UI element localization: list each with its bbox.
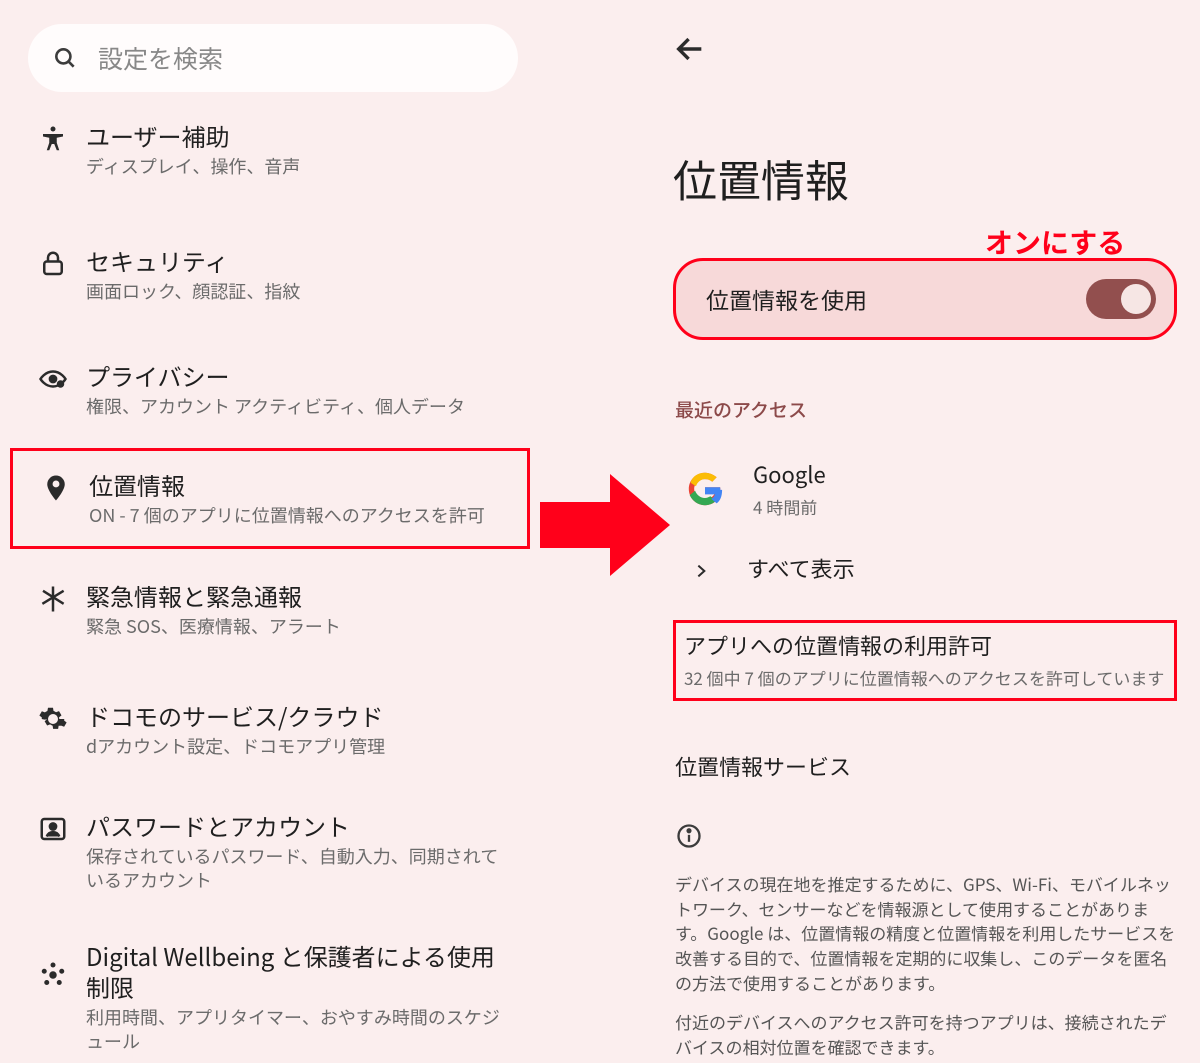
recent-app-google[interactable]: Google 4 時間前: [673, 458, 1177, 519]
show-all-label: すべて表示: [747, 552, 855, 584]
search-icon: [52, 45, 78, 71]
item-sub: 権限、アカウント アクティビティ、個人データ: [86, 395, 510, 418]
annotation-enable-text: オンにする: [985, 222, 1125, 262]
item-sub: ON - 7 個のアプリに位置情報へのアクセスを許可: [89, 504, 507, 527]
privacy-eye-icon: [38, 364, 68, 394]
item-sub: dアカウント設定、ドコモアプリ管理: [86, 735, 510, 758]
item-sub: 利用時間、アプリタイマー、おやすみ時間のスケジュール: [86, 1006, 510, 1053]
accessibility-icon: [38, 124, 68, 154]
recent-access-header: 最近のアクセス: [675, 396, 807, 423]
asterisk-icon: [38, 584, 68, 614]
item-title: Digital Wellbeing と保護者による使用制限: [86, 940, 510, 1002]
back-icon[interactable]: [673, 32, 707, 66]
item-title: ドコモのサービス/クラウド: [86, 700, 510, 731]
settings-item-digital-wellbeing[interactable]: Digital Wellbeing と保護者による使用制限 利用時間、アプリタイ…: [10, 930, 530, 1063]
search-placeholder: 設定を検索: [98, 40, 223, 76]
show-all-row[interactable]: すべて表示: [673, 552, 1177, 584]
settings-item-security[interactable]: セキュリティ 画面ロック、顔認証、指紋: [10, 235, 530, 314]
item-title: ユーザー補助: [86, 120, 510, 151]
item-sub: 保存されているパスワード、自動入力、同期されているアカウント: [86, 845, 510, 892]
guide-arrow-icon: [540, 470, 670, 580]
settings-item-privacy[interactable]: プライバシー 権限、アカウント アクティビティ、個人データ: [10, 350, 530, 429]
location-switch[interactable]: [1086, 279, 1156, 319]
switch-knob: [1121, 284, 1151, 314]
lock-icon: [38, 249, 68, 279]
item-sub: 緊急 SOS、医療情報、アラート: [86, 615, 510, 638]
settings-item-accessibility[interactable]: ユーザー補助 ディスプレイ、操作、音声: [10, 110, 530, 189]
info-paragraph-1: デバイスの現在地を推定するために、GPS、Wi-Fi、モバイルネットワーク、セン…: [675, 872, 1179, 995]
page-title: 位置情報: [673, 146, 849, 210]
location-pin-icon: [41, 473, 71, 503]
info-icon: [675, 822, 703, 850]
gear-icon: [38, 704, 68, 734]
location-services-row[interactable]: 位置情報サービス: [675, 750, 851, 782]
recent-app-name: Google: [753, 458, 826, 490]
google-logo-icon: [687, 471, 723, 507]
settings-list-screen: 設定を検索 ユーザー補助 ディスプレイ、操作、音声 セキュリティ 画面ロック、顔…: [10, 10, 530, 1050]
settings-item-location[interactable]: 位置情報 ON - 7 個のアプリに位置情報へのアクセスを許可: [10, 448, 530, 549]
settings-item-docomo[interactable]: ドコモのサービス/クラウド dアカウント設定、ドコモアプリ管理: [10, 690, 530, 769]
item-title: プライバシー: [86, 360, 510, 391]
item-title: セキュリティ: [86, 245, 510, 276]
settings-item-emergency[interactable]: 緊急情報と緊急通報 緊急 SOS、医療情報、アラート: [10, 570, 530, 649]
item-title: 位置情報: [89, 469, 507, 500]
app-perm-sub: 32 個中 7 個のアプリに位置情報へのアクセスを許可しています: [684, 667, 1166, 690]
item-title: 緊急情報と緊急通報: [86, 580, 510, 611]
wellbeing-icon: [38, 960, 68, 990]
location-settings-screen: 位置情報 オンにする 位置情報を使用 最近のアクセス Google 4 時間前 …: [665, 10, 1185, 1050]
item-sub: 画面ロック、顔認証、指紋: [86, 280, 510, 303]
settings-item-passwords[interactable]: パスワードとアカウント 保存されているパスワード、自動入力、同期されているアカウ…: [10, 800, 530, 902]
item-title: パスワードとアカウント: [86, 810, 510, 841]
app-location-permission-row[interactable]: アプリへの位置情報の利用許可 32 個中 7 個のアプリに位置情報へのアクセスを…: [673, 620, 1177, 701]
info-paragraph-2: 付近のデバイスへのアクセス許可を持つアプリは、接続されたデバイスの相対位置を確認…: [675, 1010, 1179, 1059]
search-bar[interactable]: 設定を検索: [28, 24, 518, 92]
account-icon: [38, 814, 68, 844]
toggle-label: 位置情報を使用: [706, 282, 1086, 316]
chevron-right-icon: [693, 560, 709, 576]
item-sub: ディスプレイ、操作、音声: [86, 155, 510, 178]
recent-app-time: 4 時間前: [753, 494, 826, 519]
use-location-toggle-card[interactable]: 位置情報を使用: [673, 258, 1177, 340]
app-perm-title: アプリへの位置情報の利用許可: [684, 629, 1166, 661]
